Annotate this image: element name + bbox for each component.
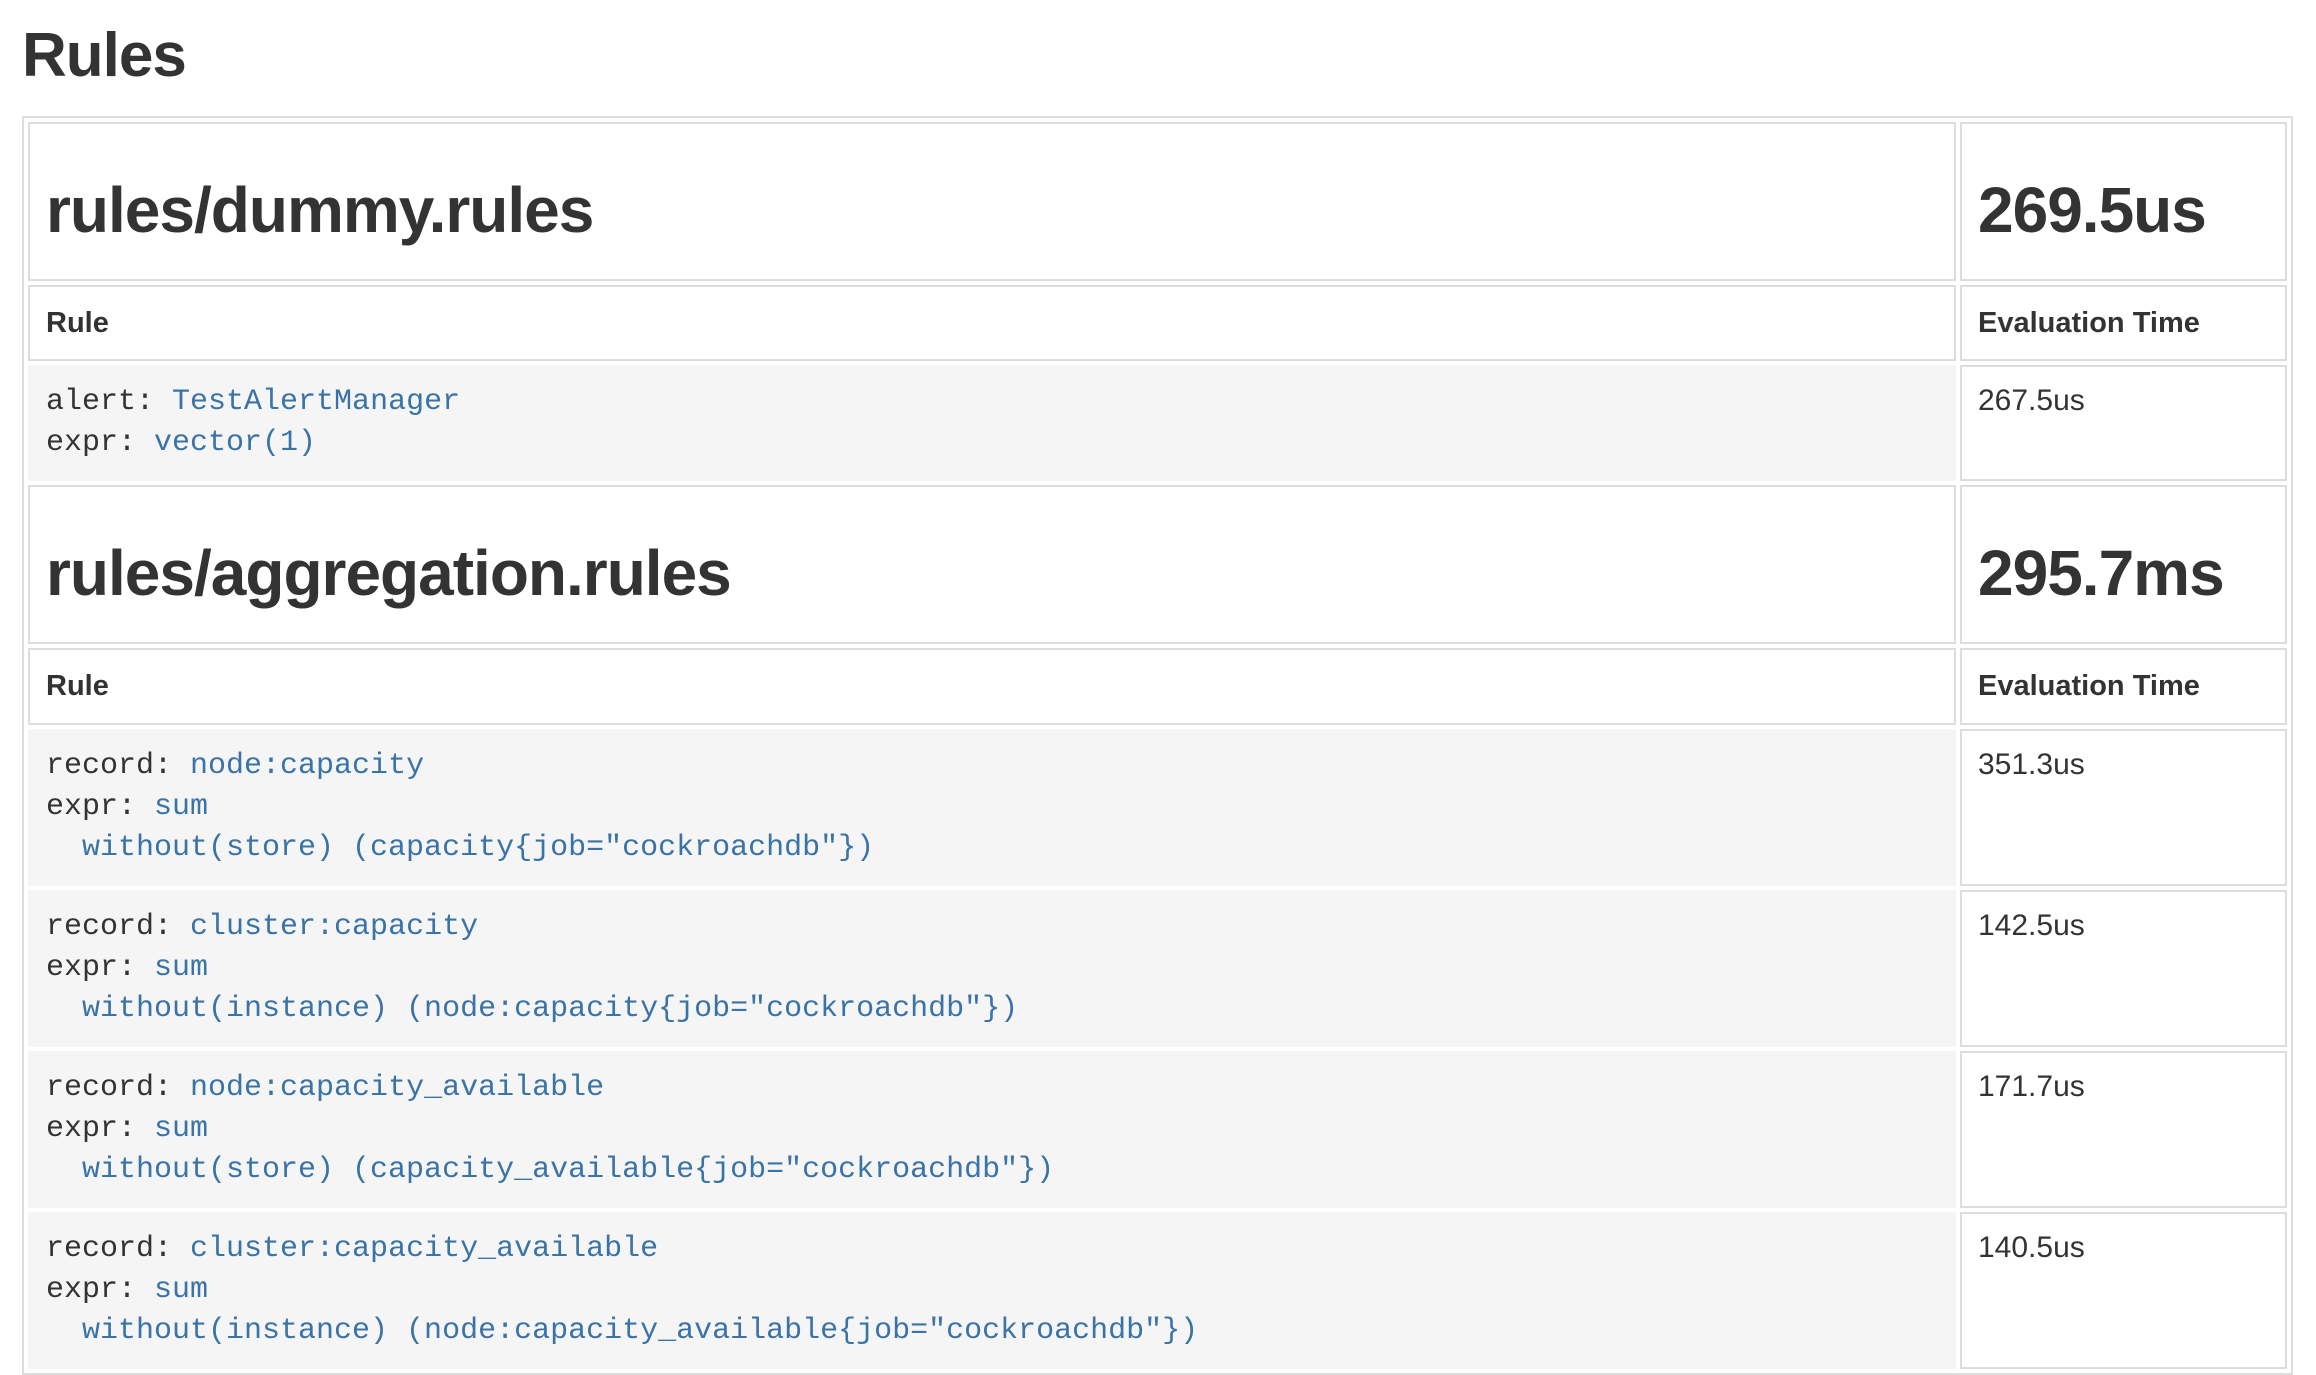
rule-keyword-label: expr: [46, 1273, 154, 1307]
rule-keyword-label: record: [46, 749, 190, 783]
rule-group-file-cell: rules/aggregation.rules [28, 485, 1956, 644]
rule-group-file-cell: rules/dummy.rules [28, 122, 1956, 281]
rule-code-line: expr: sum [46, 948, 1938, 989]
rule-eval-time-cell: 171.7us [1960, 1051, 2287, 1208]
rule-eval-time: 171.7us [1978, 1070, 2085, 1103]
rule-keyword-label: expr: [46, 426, 154, 460]
rule-keyword-label: record: [46, 1232, 190, 1266]
rule-expression-link[interactable]: sum [154, 951, 208, 985]
rule-expression-link[interactable]: without(store) (capacity_available{job="… [46, 1153, 1054, 1187]
rule-expression-link[interactable]: node:capacity_available [190, 1071, 604, 1105]
rule-keyword-label: alert: [46, 385, 172, 419]
column-header-row: RuleEvaluation Time [28, 285, 2287, 361]
rule-expression-link[interactable]: node:capacity [190, 749, 424, 783]
rule-eval-time-cell: 142.5us [1960, 890, 2287, 1047]
rule-code-line: expr: sum [46, 787, 1938, 828]
rule-eval-time: 351.3us [1978, 748, 2085, 781]
rule-code-line: record: node:capacity_available [46, 1068, 1938, 1109]
rule-eval-time-cell: 351.3us [1960, 729, 2287, 886]
page-title: Rules [22, 22, 2293, 90]
rule-code-line: without(store) (capacity{job="cockroachd… [46, 828, 1938, 869]
rule-expression-link[interactable]: without(instance) (node:capacity{job="co… [46, 992, 1018, 1026]
rule-code-line: record: cluster:capacity_available [46, 1229, 1938, 1270]
rule-expression-link[interactable]: without(instance) (node:capacity_availab… [46, 1314, 1198, 1348]
rule-code-line: expr: sum [46, 1109, 1938, 1150]
rule-eval-time: 267.5us [1978, 384, 2085, 417]
rule-row: record: node:capacity_availableexpr: sum… [28, 1051, 2287, 1208]
rule-code-line: expr: sum [46, 1270, 1938, 1311]
rule-row: record: cluster:capacityexpr: sum withou… [28, 890, 2287, 1047]
rule-group-total-eval-time-cell: 269.5us [1960, 122, 2287, 281]
rule-group-file: rules/aggregation.rules [46, 539, 1938, 608]
column-header-row: RuleEvaluation Time [28, 648, 2287, 724]
rule-keyword-label: expr: [46, 1112, 154, 1146]
rule-code-cell: record: cluster:capacityexpr: sum withou… [28, 890, 1956, 1047]
rule-expression-link[interactable]: sum [154, 1112, 208, 1146]
eval-time-column-header: Evaluation Time [1960, 648, 2287, 724]
eval-time-column-header: Evaluation Time [1960, 285, 2287, 361]
rule-group-header-row: rules/dummy.rules 269.5us [28, 122, 2287, 281]
rule-keyword-label: expr: [46, 790, 154, 824]
rule-code-line: record: node:capacity [46, 746, 1938, 787]
rule-group-file: rules/dummy.rules [46, 176, 1938, 245]
rules-table-body: rules/dummy.rules269.5usRuleEvaluation T… [28, 122, 2287, 1368]
rule-eval-time-cell: 267.5us [1960, 365, 2287, 481]
rule-column-header: Rule [28, 648, 1956, 724]
rule-expression-link[interactable]: cluster:capacity_available [190, 1232, 658, 1266]
rule-group-total-eval-time: 295.7ms [1978, 539, 2269, 608]
rule-eval-time: 142.5us [1978, 909, 2085, 942]
rule-row: record: node:capacityexpr: sum without(s… [28, 729, 2287, 886]
rule-column-header: Rule [28, 285, 1956, 361]
rule-eval-time-cell: 140.5us [1960, 1212, 2287, 1369]
rule-code-line: record: cluster:capacity [46, 907, 1938, 948]
rule-eval-time: 140.5us [1978, 1231, 2085, 1264]
rule-code-line: alert: TestAlertManager [46, 382, 1938, 423]
rule-code-cell: alert: TestAlertManagerexpr: vector(1) [28, 365, 1956, 481]
rule-code-cell: record: cluster:capacity_availableexpr: … [28, 1212, 1956, 1369]
rule-expression-link[interactable]: sum [154, 790, 208, 824]
rule-code-line: without(instance) (node:capacity{job="co… [46, 989, 1938, 1030]
rule-keyword-label: expr: [46, 951, 154, 985]
rule-group-header-row: rules/aggregation.rules 295.7ms [28, 485, 2287, 644]
rule-row: alert: TestAlertManagerexpr: vector(1)26… [28, 365, 2287, 481]
rule-expression-link[interactable]: vector(1) [154, 426, 316, 460]
rule-expression-link[interactable]: without(store) (capacity{job="cockroachd… [46, 831, 874, 865]
rules-table: rules/dummy.rules269.5usRuleEvaluation T… [22, 116, 2293, 1374]
rule-group-total-eval-time: 269.5us [1978, 176, 2269, 245]
rule-code-line: without(store) (capacity_available{job="… [46, 1150, 1938, 1191]
rule-code-line: without(instance) (node:capacity_availab… [46, 1311, 1938, 1352]
rule-keyword-label: record: [46, 1071, 190, 1105]
rule-row: record: cluster:capacity_availableexpr: … [28, 1212, 2287, 1369]
rule-code-cell: record: node:capacityexpr: sum without(s… [28, 729, 1956, 886]
rules-page: Rules rules/dummy.rules269.5usRuleEvalua… [0, 22, 2316, 1375]
rule-code-line: expr: vector(1) [46, 423, 1938, 464]
rule-code-cell: record: node:capacity_availableexpr: sum… [28, 1051, 1956, 1208]
rule-group-total-eval-time-cell: 295.7ms [1960, 485, 2287, 644]
rule-expression-link[interactable]: cluster:capacity [190, 910, 478, 944]
rule-expression-link[interactable]: TestAlertManager [172, 385, 460, 419]
rule-keyword-label: record: [46, 910, 190, 944]
rule-expression-link[interactable]: sum [154, 1273, 208, 1307]
